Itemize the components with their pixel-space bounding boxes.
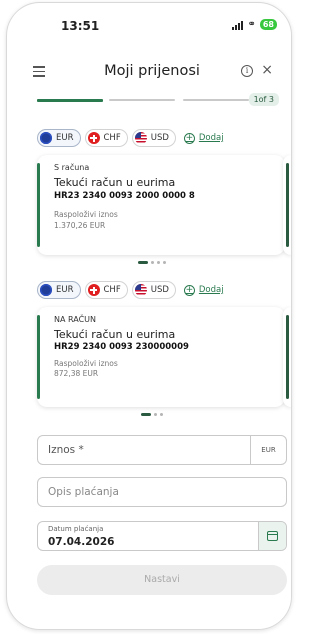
- from-account-iban: HR23 2340 0093 2000 0000 8: [54, 191, 195, 201]
- date-value: 07.04.2026: [48, 536, 115, 548]
- chip-label: USD: [150, 285, 169, 295]
- calendar-button[interactable]: [258, 522, 286, 550]
- from-chip-eur[interactable]: EUR: [37, 129, 81, 147]
- plus-circle-icon: +: [183, 284, 195, 296]
- amount-placeholder: Iznos *: [48, 444, 84, 456]
- to-next-card-peek[interactable]: [283, 307, 291, 407]
- swiss-flag-icon: [87, 132, 100, 144]
- description-placeholder: Opis plaćanja: [48, 486, 119, 498]
- amount-currency[interactable]: EUR: [250, 436, 286, 464]
- phone-frame: 13:51 ⚭ 68 Moji prijenosi i × 1of 3 EUR …: [6, 2, 292, 630]
- pager-dot: [163, 261, 166, 264]
- from-account-name: Tekući račun u eurima: [54, 176, 176, 189]
- to-currency-chips: EUR CHF USD + Dodaj: [37, 281, 224, 299]
- status-bar: 13:51 ⚭ 68: [13, 17, 291, 37]
- to-add-currency-link[interactable]: + Dodaj: [183, 284, 224, 296]
- from-available-label: Raspoloživi iznos: [54, 210, 118, 219]
- pager-dot: [157, 261, 160, 264]
- continue-button[interactable]: Nastavi: [37, 565, 287, 595]
- status-time: 13:51: [61, 19, 100, 33]
- wifi-icon: ⚭: [247, 19, 256, 30]
- from-account-card[interactable]: S računa Tekući račun u eurima HR23 2340…: [37, 155, 285, 255]
- amount-field[interactable]: Iznos * EUR: [37, 435, 287, 465]
- to-chip-chf[interactable]: CHF: [84, 281, 128, 299]
- battery-icon: 68: [259, 19, 277, 30]
- date-field[interactable]: Datum plaćanja 07.04.2026: [37, 521, 287, 551]
- close-icon[interactable]: ×: [261, 62, 273, 78]
- chip-label: EUR: [56, 133, 74, 143]
- pager-dot: [160, 413, 163, 416]
- to-chip-usd[interactable]: USD: [131, 281, 176, 299]
- chip-label: USD: [150, 133, 169, 143]
- to-account-label: NA RAČUN: [54, 315, 96, 324]
- pager-dot-active: [138, 261, 148, 264]
- step-2-bar: [109, 99, 175, 101]
- pager-dot-active: [141, 413, 151, 416]
- to-available-amount: 872,38 EUR: [54, 369, 99, 378]
- status-icons: ⚭ 68: [232, 19, 277, 30]
- eu-flag-icon: [40, 284, 52, 296]
- screen: 13:51 ⚭ 68 Moji prijenosi i × 1of 3 EUR …: [13, 9, 291, 623]
- calendar-icon: [267, 531, 278, 541]
- to-account-card[interactable]: NA RAČUN Tekući račun u eurima HR29 2340…: [37, 307, 285, 407]
- to-available-label: Raspoloživi iznos: [54, 359, 118, 368]
- date-label: Datum plaćanja: [48, 525, 104, 533]
- from-pager-dots: [13, 261, 291, 264]
- from-chip-chf[interactable]: CHF: [84, 129, 128, 147]
- swiss-flag-icon: [87, 284, 100, 296]
- us-flag-icon: [134, 284, 147, 296]
- chip-label: CHF: [103, 285, 121, 295]
- from-next-card-peek[interactable]: [283, 155, 291, 255]
- add-label: Dodaj: [198, 285, 224, 295]
- step-3-bar: [183, 99, 249, 101]
- plus-circle-icon: +: [183, 132, 195, 144]
- to-chip-eur[interactable]: EUR: [37, 281, 81, 299]
- app-header: Moji prijenosi i ×: [13, 61, 291, 85]
- info-icon[interactable]: i: [241, 65, 253, 77]
- signal-icon: [232, 20, 244, 30]
- to-account-iban: HR29 2340 0093 230000009: [54, 342, 189, 352]
- step-1-bar: [37, 99, 103, 102]
- from-account-label: S računa: [54, 163, 90, 172]
- step-progress: [37, 99, 249, 102]
- pager-dot: [151, 261, 154, 264]
- to-account-name: Tekući račun u eurima: [54, 328, 176, 341]
- add-label: Dodaj: [198, 133, 224, 143]
- from-add-currency-link[interactable]: + Dodaj: [183, 132, 224, 144]
- eu-flag-icon: [40, 132, 52, 144]
- from-available-amount: 1.370,26 EUR: [54, 221, 106, 230]
- step-count-badge: 1of 3: [248, 93, 279, 106]
- chip-label: EUR: [56, 285, 74, 295]
- from-chip-usd[interactable]: USD: [131, 129, 176, 147]
- chip-label: CHF: [103, 133, 121, 143]
- pager-dot: [154, 413, 157, 416]
- us-flag-icon: [134, 132, 147, 144]
- from-currency-chips: EUR CHF USD + Dodaj: [37, 129, 224, 147]
- to-pager-dots: [13, 413, 291, 416]
- description-field[interactable]: Opis plaćanja: [37, 477, 287, 507]
